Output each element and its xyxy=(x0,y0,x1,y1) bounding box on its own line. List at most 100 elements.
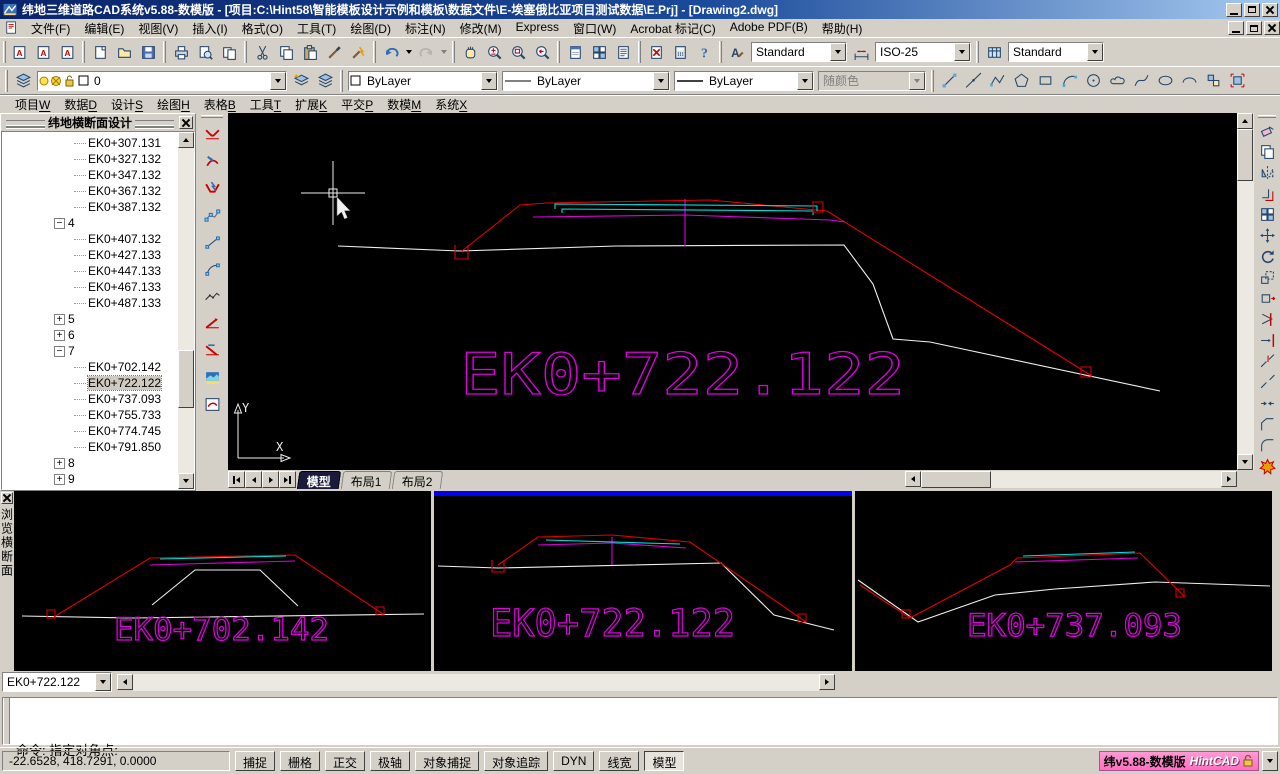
hintcad-menu-item-8[interactable]: 数模M xyxy=(380,94,428,115)
menu-item-3[interactable]: 插入(I) xyxy=(185,18,234,39)
lock-icon[interactable] xyxy=(1242,754,1254,768)
arc-button[interactable] xyxy=(1057,69,1081,93)
stretch-button[interactable] xyxy=(1256,288,1279,309)
plot-preview-button[interactable] xyxy=(193,40,217,64)
redo-button[interactable] xyxy=(414,40,438,64)
chevron-down-icon[interactable] xyxy=(481,72,497,90)
hintcad-menu-item-1[interactable]: 数据D xyxy=(57,94,104,115)
xsection-ground-button[interactable] xyxy=(199,283,225,309)
hintcad-menu-item-7[interactable]: 平交P xyxy=(334,94,380,115)
cut-clip-button[interactable] xyxy=(250,40,274,64)
xsection-update-button[interactable] xyxy=(199,175,225,201)
explode-button[interactable] xyxy=(1256,456,1279,477)
menu-item-6[interactable]: 绘图(D) xyxy=(343,18,398,39)
scroll-up-icon[interactable] xyxy=(178,132,194,148)
collapse-icon[interactable]: − xyxy=(54,346,65,357)
text-style-combo[interactable]: Standard xyxy=(751,42,847,62)
preview-pane-EK0+702.142[interactable]: EK0+702.142 xyxy=(14,491,431,671)
offset-button[interactable] xyxy=(1256,183,1279,204)
move-button[interactable] xyxy=(1256,225,1279,246)
preview-scroll-left-icon[interactable] xyxy=(117,674,133,690)
hintcad-menu-item-2[interactable]: 设计S xyxy=(104,94,150,115)
xsection-curve-button[interactable] xyxy=(199,256,225,282)
menu-item-13[interactable]: 帮助(H) xyxy=(815,18,870,39)
station-combo[interactable]: EK0+722.122 xyxy=(2,672,112,692)
tree-panel-header[interactable]: 纬地横断面设计 xyxy=(1,114,195,131)
tree-item-EK0+447.133[interactable]: EK0+447.133 xyxy=(2,263,178,279)
xsection-frame-button[interactable] xyxy=(199,391,225,417)
preview-pane-EK0+737.093[interactable]: EK0+737.093 xyxy=(855,491,1272,671)
drawing-vscrollbar[interactable] xyxy=(1237,113,1254,470)
dim-style-button[interactable] xyxy=(849,40,873,64)
extend-button[interactable] xyxy=(1256,330,1279,351)
tree-item-4[interactable]: −4 xyxy=(2,215,178,231)
chevron-down-icon[interactable] xyxy=(653,72,669,90)
tree-item-EK0+737.093[interactable]: EK0+737.093 xyxy=(2,391,178,407)
tab-model[interactable]: 模型 xyxy=(297,471,342,489)
make-block-button[interactable] xyxy=(1225,69,1249,93)
expand-icon[interactable]: + xyxy=(54,474,65,485)
xsection-slope-right-button[interactable] xyxy=(199,337,225,363)
close-button[interactable] xyxy=(1262,3,1278,17)
doc-minimize-button[interactable] xyxy=(1228,21,1244,35)
save-file-button[interactable] xyxy=(136,40,160,64)
tab-layout1[interactable]: 布局1 xyxy=(341,471,392,489)
status-toggle-5-[interactable]: 对象追踪 xyxy=(484,751,548,771)
tree-item-EK0+774.745[interactable]: EK0+774.745 xyxy=(2,423,178,439)
layer-combo[interactable]: 0 xyxy=(37,71,287,91)
quickcalc-button[interactable] xyxy=(668,40,692,64)
color-combo[interactable]: ByLayer xyxy=(348,71,498,91)
line-button[interactable] xyxy=(937,69,961,93)
chevron-down-icon[interactable] xyxy=(830,43,846,61)
polyline-button[interactable] xyxy=(985,69,1009,93)
doc-restore-button[interactable] xyxy=(1246,21,1262,35)
statusbar-menu-icon[interactable] xyxy=(1262,751,1278,771)
hintcad-menu-item-9[interactable]: 系统X xyxy=(428,94,474,115)
menu-item-2[interactable]: 视图(V) xyxy=(131,18,185,39)
menu-item-4[interactable]: 格式(O) xyxy=(235,18,290,39)
tree-close-button[interactable] xyxy=(179,116,193,129)
polygon-button[interactable] xyxy=(1009,69,1033,93)
array-button[interactable] xyxy=(1256,204,1279,225)
chevron-down-icon[interactable] xyxy=(954,43,970,61)
pan-realtime-button[interactable] xyxy=(458,40,482,64)
fillet-button[interactable] xyxy=(1256,435,1279,456)
preview-scroll-right-icon[interactable] xyxy=(819,674,835,690)
linetype-combo[interactable]: ByLayer xyxy=(502,71,670,91)
scroll-up-icon[interactable] xyxy=(1237,113,1253,129)
layer-properties-manager-button[interactable] xyxy=(11,69,35,93)
status-toggle-2-[interactable]: 正交 xyxy=(325,751,365,771)
tree-item-EK0+367.132[interactable]: EK0+367.132 xyxy=(2,183,178,199)
tab-last-icon[interactable] xyxy=(279,471,296,488)
tree-item-EK0+347.132[interactable]: EK0+347.132 xyxy=(2,167,178,183)
xsection-slope-left-button[interactable] xyxy=(199,310,225,336)
menu-item-7[interactable]: 标注(N) xyxy=(398,18,453,39)
tree-item-EK0+327.132[interactable]: EK0+327.132 xyxy=(2,151,178,167)
menu-item-11[interactable]: Acrobat 标记(C) xyxy=(623,18,722,39)
scroll-down-icon[interactable] xyxy=(178,473,194,489)
xsection-line-button[interactable] xyxy=(199,229,225,255)
tree-item-EK0+387.132[interactable]: EK0+387.132 xyxy=(2,199,178,215)
table-style-combo[interactable]: Standard xyxy=(1008,42,1104,62)
status-toggle-4-[interactable]: 对象捕捉 xyxy=(415,751,479,771)
doc-close-button[interactable] xyxy=(1264,21,1280,35)
tree-scrollbar[interactable] xyxy=(178,132,194,489)
menu-item-10[interactable]: 窗口(W) xyxy=(566,18,623,39)
chevron-down-icon[interactable] xyxy=(1087,43,1103,61)
circle-button[interactable] xyxy=(1081,69,1105,93)
tab-first-icon[interactable] xyxy=(228,471,245,488)
menu-item-8[interactable]: 修改(M) xyxy=(453,18,509,39)
menu-item-1[interactable]: 编辑(E) xyxy=(77,18,131,39)
hintcad-menu-item-6[interactable]: 扩展K xyxy=(288,94,334,115)
rectangle-button[interactable] xyxy=(1033,69,1057,93)
restore-button[interactable] xyxy=(1244,3,1260,17)
tree-item-EK0+307.131[interactable]: EK0+307.131 xyxy=(2,135,178,151)
ellipse-arc-button[interactable] xyxy=(1177,69,1201,93)
tab-next-icon[interactable] xyxy=(262,471,279,488)
zoom-realtime-button[interactable] xyxy=(482,40,506,64)
hintcad-menu-item-5[interactable]: 工具T xyxy=(243,94,288,115)
expand-icon[interactable]: + xyxy=(54,314,65,325)
status-toggle-6-dyn[interactable]: DYN xyxy=(553,751,594,771)
copy-object-button[interactable] xyxy=(1256,141,1279,162)
model-canvas[interactable]: EK0+722.122YX xyxy=(228,113,1237,470)
